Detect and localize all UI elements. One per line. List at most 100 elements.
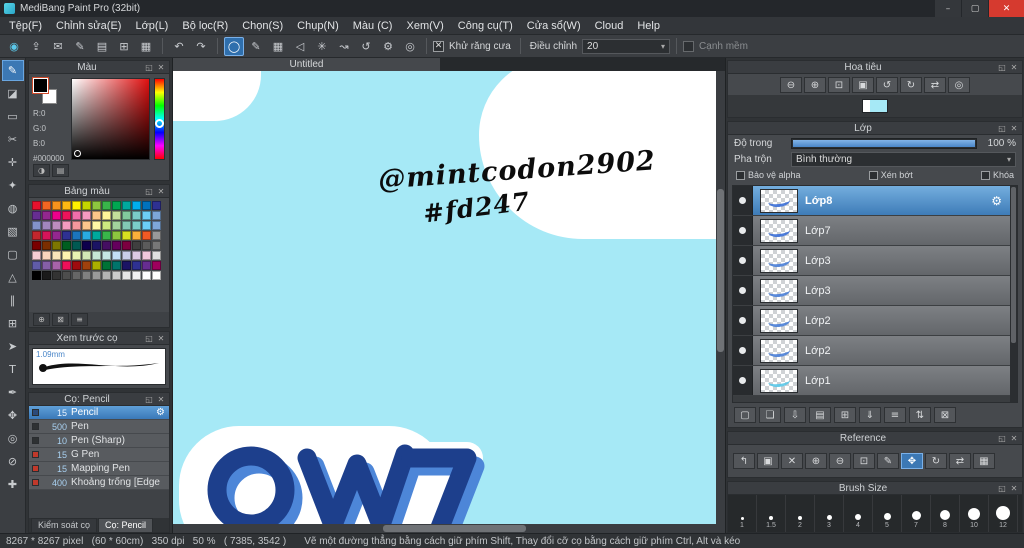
palette-swatch[interactable] [72, 231, 81, 240]
palette-swatch[interactable] [42, 201, 51, 210]
brush-size-option-7[interactable]: 7 [902, 495, 931, 532]
palette-swatch[interactable] [72, 251, 81, 260]
duplicate-layer-button[interactable]: ❏ [759, 407, 781, 423]
close-panel-icon[interactable]: ✕ [155, 187, 167, 196]
palette-swatch[interactable] [102, 221, 111, 230]
close-panel-icon[interactable]: ✕ [155, 395, 167, 404]
hue-marker[interactable] [155, 119, 164, 128]
palette-swatch[interactable] [42, 251, 51, 260]
flip-icon[interactable]: ⇄ [949, 453, 971, 469]
actual-size-icon[interactable]: ⊡ [853, 453, 875, 469]
hue-bar[interactable] [154, 78, 165, 160]
close-panel-icon[interactable]: ✕ [155, 334, 167, 343]
palette-swatch[interactable] [82, 261, 91, 270]
add-material-button[interactable]: ⊞ [834, 407, 856, 423]
menu-item-8[interactable]: Công cụ(T) [451, 17, 520, 35]
hand-icon[interactable]: ✥ [901, 453, 923, 469]
pen-icon[interactable]: ✎ [246, 37, 266, 56]
layer-visibility-toggle[interactable] [733, 276, 753, 305]
palette-swatch[interactable] [42, 211, 51, 220]
palette-swatch[interactable] [142, 261, 151, 270]
palette-swatch[interactable] [142, 221, 151, 230]
palette-swatch[interactable] [52, 221, 61, 230]
close-panel-icon[interactable]: ✕ [1008, 434, 1020, 443]
palette-swatch[interactable] [152, 261, 161, 270]
palette-swatch[interactable] [122, 271, 131, 280]
document-icon[interactable]: ▤ [92, 37, 112, 56]
palette-swatch[interactable] [32, 201, 41, 210]
palette-swatch[interactable] [102, 261, 111, 270]
palette-swatch[interactable] [52, 251, 61, 260]
panel-tool[interactable]: ⊞ [2, 313, 24, 334]
palette-swatch[interactable] [52, 261, 61, 270]
fit-window-icon[interactable]: ⊡ [828, 77, 850, 93]
palette-swatch[interactable] [82, 271, 91, 280]
palette-swatch[interactable] [142, 241, 151, 250]
brush-size-option-1.5[interactable]: 1.5 [757, 495, 786, 532]
menu-item-5[interactable]: Chụp(N) [290, 17, 346, 35]
palette-swatch[interactable] [112, 201, 121, 210]
palette-swatch[interactable] [82, 211, 91, 220]
float-panel-icon[interactable]: ◱ [996, 434, 1008, 443]
divide-tool[interactable]: ∥ [2, 290, 24, 311]
palette-swatch[interactable] [132, 261, 141, 270]
palette-swatch[interactable] [112, 271, 121, 280]
palette-swatch[interactable] [112, 261, 121, 270]
bucket-tool[interactable]: ◍ [2, 198, 24, 219]
hand-tool[interactable]: ✥ [2, 405, 24, 426]
sv-marker[interactable] [74, 150, 81, 157]
palette-swatch[interactable] [112, 211, 121, 220]
float-panel-icon[interactable]: ◱ [143, 63, 155, 72]
palette-swatch[interactable] [82, 221, 91, 230]
add-tool[interactable]: ✚ [2, 474, 24, 495]
palette-swatch[interactable] [82, 201, 91, 210]
add-color-icon[interactable]: ⊕ [33, 313, 50, 326]
palette-swatch[interactable] [92, 271, 101, 280]
palette-swatch[interactable] [52, 241, 61, 250]
undo-icon[interactable]: ↶ [169, 37, 189, 56]
palette-swatch[interactable] [132, 221, 141, 230]
layer-row-Lớp3[interactable]: Lớp3 [733, 276, 1010, 306]
palette-swatch[interactable] [122, 241, 131, 250]
zoom-tool[interactable]: ◎ [2, 428, 24, 449]
float-panel-icon[interactable]: ◱ [143, 187, 155, 196]
palette-swatch[interactable] [42, 241, 51, 250]
reset-view-icon[interactable]: ◎ [948, 77, 970, 93]
palette-swatch[interactable] [32, 221, 41, 230]
palette-swatch[interactable] [132, 271, 141, 280]
zoom-out-icon[interactable]: ⊖ [780, 77, 802, 93]
pattern-icon[interactable]: ▦ [268, 37, 288, 56]
layer-visibility-toggle[interactable] [733, 306, 753, 335]
palette-swatch[interactable] [132, 211, 141, 220]
protect-alpha-checkbox[interactable]: Bảo vệ alpha [736, 170, 801, 180]
comment-icon[interactable]: ✉ [48, 37, 68, 56]
close-button[interactable]: ✕ [988, 0, 1024, 17]
palette-swatch[interactable] [62, 251, 71, 260]
adjust-dropdown[interactable]: 20 ▾ [582, 38, 671, 54]
canvas-horizontal-scrollbar[interactable] [173, 524, 725, 533]
layer-visibility-toggle[interactable] [733, 246, 753, 275]
flatten-button[interactable]: ≡ [884, 407, 906, 423]
palette-swatch[interactable] [122, 211, 131, 220]
curve-icon[interactable]: ↝ [334, 37, 354, 56]
rect-select-tool[interactable]: ▭ [2, 106, 24, 127]
palette-swatch[interactable] [32, 251, 41, 260]
palette-swatch[interactable] [52, 271, 61, 280]
magic-wand-tool[interactable]: ✦ [2, 175, 24, 196]
float-panel-icon[interactable]: ◱ [996, 484, 1008, 493]
menu-item-1[interactable]: Chỉnh sửa(E) [49, 17, 128, 35]
select-circle-icon[interactable]: ◯ [224, 36, 244, 56]
gradient-tool[interactable]: ▧ [2, 221, 24, 242]
palette-swatch[interactable] [32, 211, 41, 220]
brush-panel-tab-1[interactable]: Cọ: Pencil [98, 518, 154, 532]
brush-row-Pen[interactable]: 500 Pen [29, 420, 169, 434]
palette-swatch[interactable] [112, 221, 121, 230]
zoom-in-icon[interactable]: ⊕ [804, 77, 826, 93]
palette-swatch[interactable] [152, 211, 161, 220]
palette-swatch[interactable] [132, 201, 141, 210]
palette-swatch[interactable] [62, 241, 71, 250]
antialias-checkbox[interactable]: ✕ [433, 40, 444, 52]
palette-swatch[interactable] [152, 271, 161, 280]
minimize-button[interactable]: – [934, 0, 961, 17]
prev-shape-icon[interactable]: ◁ [290, 37, 310, 56]
